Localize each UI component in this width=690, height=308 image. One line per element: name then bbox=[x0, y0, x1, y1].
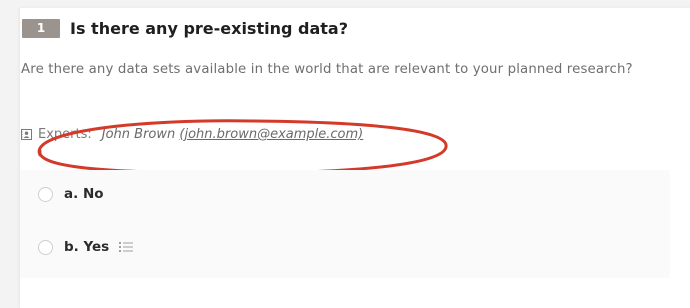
question-text: Are there any data sets available in the… bbox=[21, 62, 633, 77]
radio-button[interactable] bbox=[38, 239, 53, 255]
question-title: Is there any pre-existing data? bbox=[70, 19, 348, 38]
answer-label: a. No bbox=[64, 186, 104, 202]
answer-option-no[interactable]: a. No bbox=[38, 186, 104, 202]
answer-label: b. Yes bbox=[64, 239, 110, 255]
question-header: 1 Is there any pre-existing data? bbox=[22, 19, 348, 38]
answers-panel bbox=[20, 170, 670, 278]
list-icon bbox=[119, 242, 134, 252]
experts-label: Experts: bbox=[38, 127, 92, 142]
answer-option-yes[interactable]: b. Yes bbox=[38, 239, 134, 255]
expert-name: John Brown bbox=[101, 127, 176, 142]
question-number-badge: 1 bbox=[22, 19, 60, 38]
experts-line: Experts: John Brown (john.brown@example.… bbox=[21, 127, 363, 142]
address-card-icon bbox=[21, 129, 32, 140]
expert-email-link[interactable]: (john.brown@example.com) bbox=[179, 127, 363, 142]
radio-button[interactable] bbox=[38, 186, 53, 202]
